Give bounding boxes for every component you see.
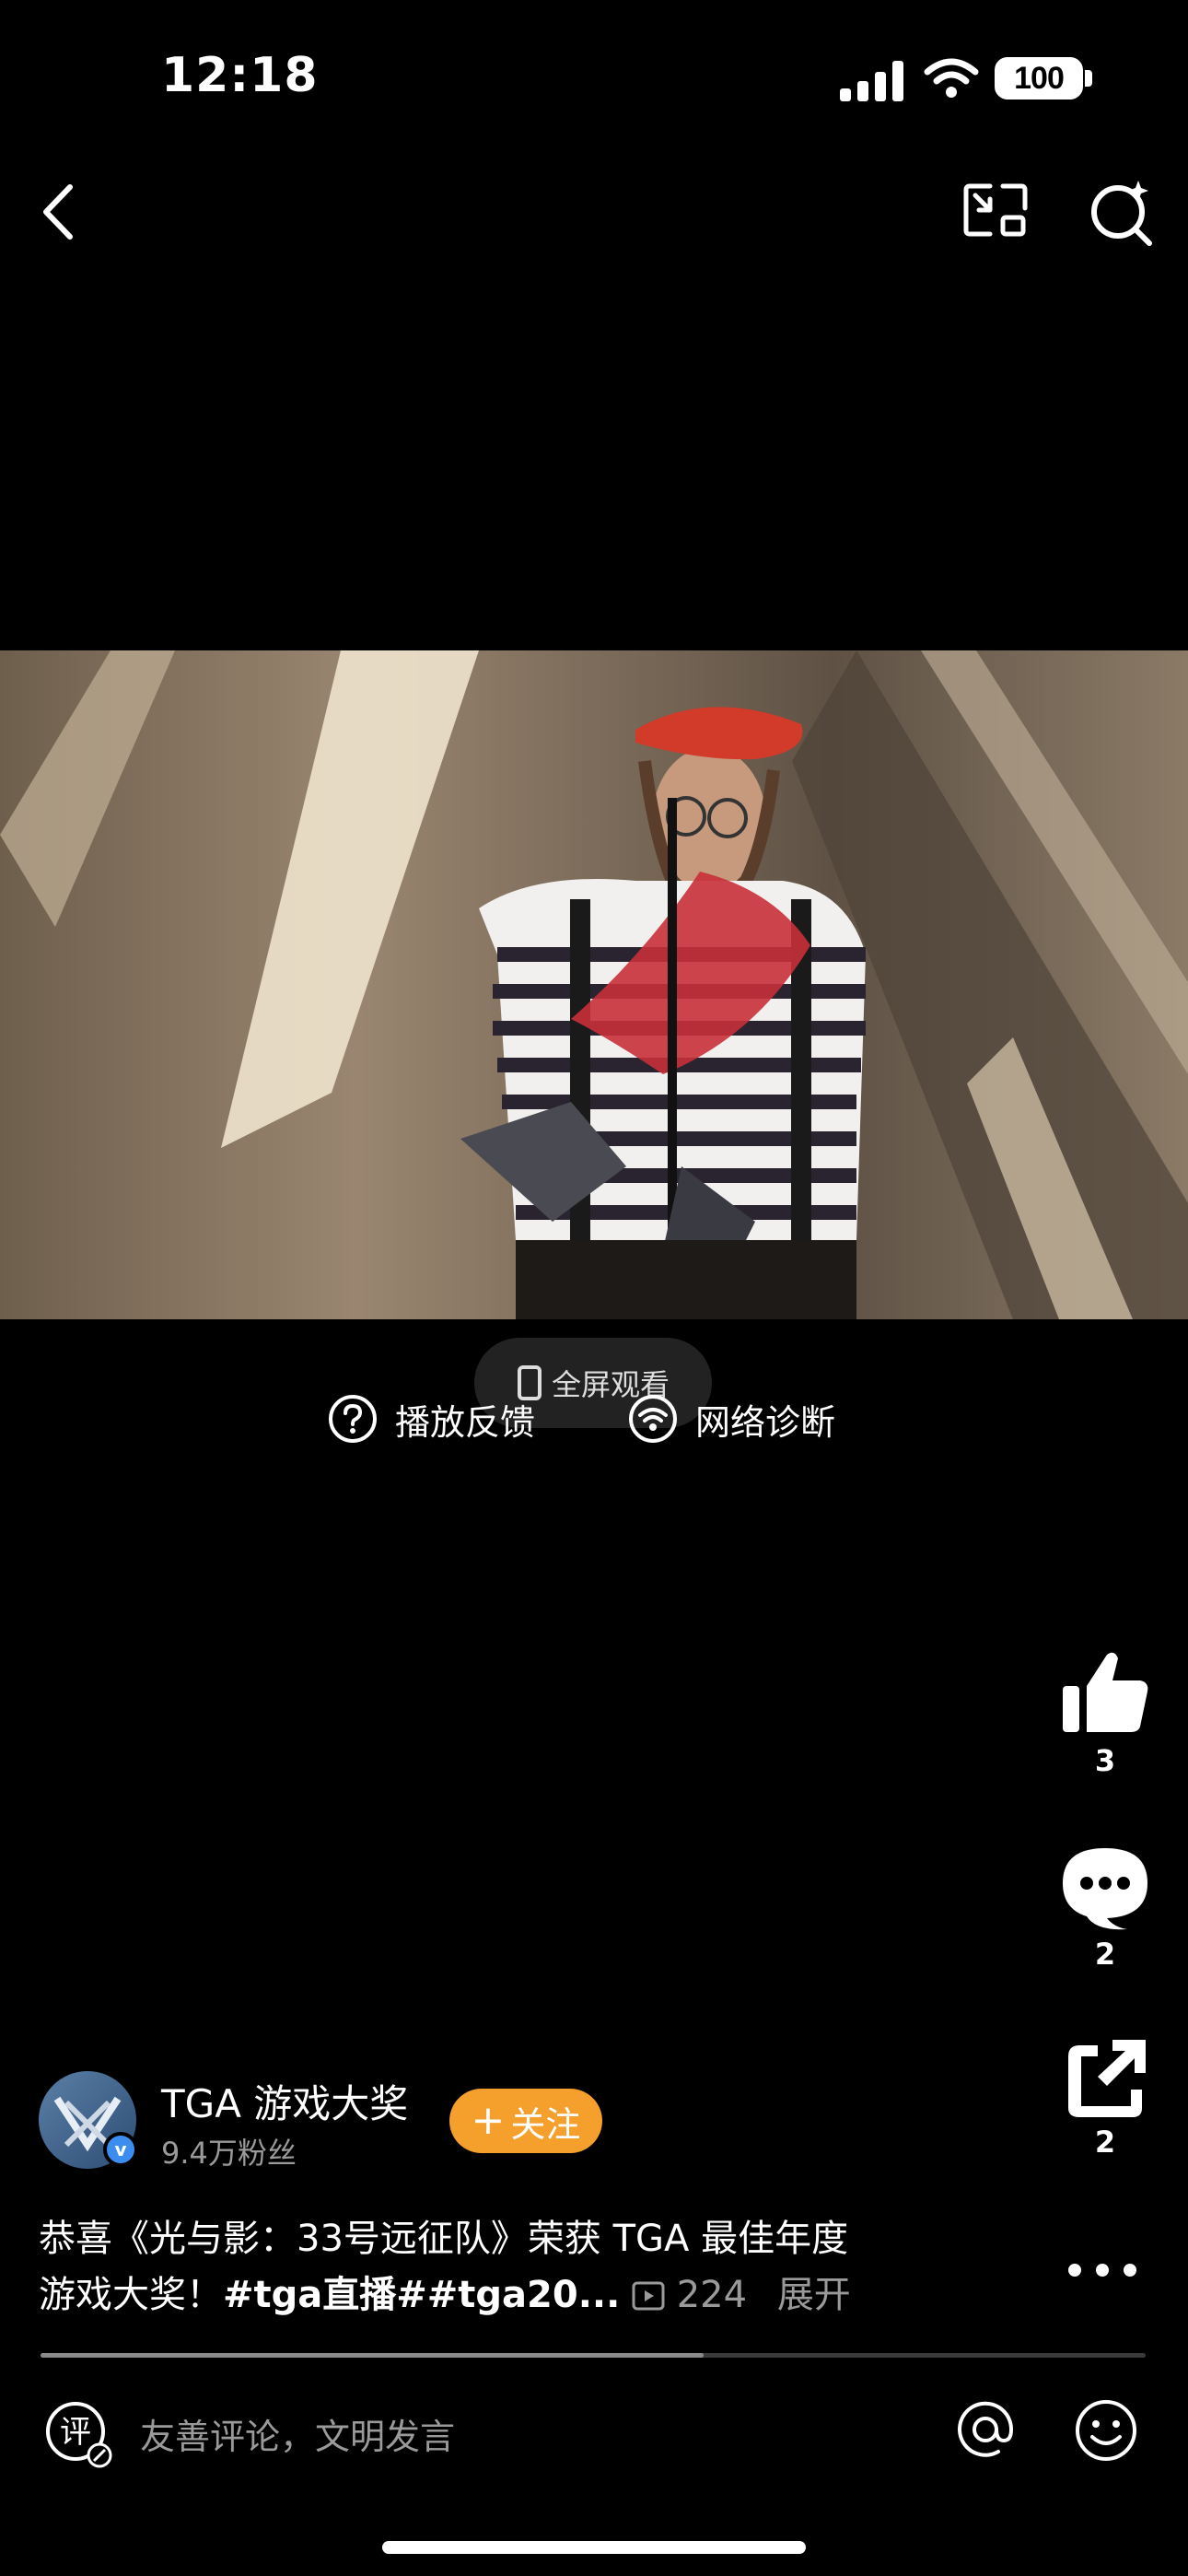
battery-tip [1085,70,1092,87]
question-circle-icon [329,1395,377,1443]
expand-caption-button[interactable]: 展开 [777,2274,851,2316]
author-fans: 9.4万粉丝 [161,2136,297,2171]
search-spark-icon[interactable] [1087,177,1157,247]
play-count: 224 [632,2274,759,2316]
comment-bubble-icon [1063,1848,1147,1930]
like-button[interactable]: 3 [1050,1649,1160,1778]
caption-hashtags[interactable]: #tga直播##tga20... [223,2274,620,2316]
network-diagnosis-button[interactable]: 网络诊断 [627,1393,835,1445]
network-diagnosis-label: 网络诊断 [695,1401,836,1443]
video-progress-fill [41,2353,704,2358]
cellular-signal-icon [840,59,904,101]
thumbs-up-icon [1063,1652,1148,1732]
picture-in-picture-icon[interactable] [962,181,1029,240]
battery-level: 100 [1014,60,1065,96]
more-options-icon[interactable] [1066,2259,1139,2281]
play-count-value: 224 [676,2274,748,2316]
caption-line-2: 游戏大奖！#tga直播##tga20... 224 展开 [39,2267,996,2324]
wifi-circle-icon [629,1395,678,1443]
caption-line-1: 恭喜《光与影：33号远征队》荣获 TGA 最佳年度 [39,2218,849,2260]
verified-badge-icon: v [103,2132,138,2167]
plus-icon: + [471,2097,506,2144]
svg-text:评: 评 [60,2414,91,2451]
chevron-left-icon[interactable] [35,180,81,244]
caption-line-2-text: 游戏大奖！ [39,2274,223,2316]
playback-feedback-label: 播放反馈 [395,1401,536,1443]
video-caption[interactable]: 恭喜《光与影：33号远征队》荣获 TGA 最佳年度 游戏大奖！#tga直播##t… [39,2211,996,2324]
playback-options-row: 播放反馈 网络诊断 [327,1389,927,1448]
share-count: 2 [1094,2125,1116,2160]
status-time: 12:18 [161,48,319,103]
mention-at-icon[interactable] [954,2398,1017,2461]
video-player[interactable] [0,650,1188,1319]
follow-label: 关注 [510,2103,581,2145]
video-frame-image [0,650,1188,1319]
comment-write-icon[interactable]: 评 [44,2400,112,2468]
wifi-icon [924,58,979,98]
share-arrow-icon [1068,2040,1146,2117]
comment-button[interactable]: 2 [1050,1843,1160,1972]
playback-feedback-button[interactable]: 播放反馈 [327,1393,535,1445]
emoji-smile-icon[interactable] [1074,2398,1138,2463]
comment-count: 2 [1094,1937,1116,1972]
home-indicator[interactable] [382,2541,806,2554]
battery-indicator: 100 [995,57,1083,100]
follow-button[interactable]: + 关注 [449,2089,602,2153]
like-count: 3 [1094,1743,1116,1778]
share-button[interactable]: 2 [1050,2036,1160,2160]
play-count-icon [632,2281,665,2311]
comment-input[interactable]: 友善评论，文明发言 [140,2408,455,2459]
author-name[interactable]: TGA 游戏大奖 [161,2073,408,2129]
